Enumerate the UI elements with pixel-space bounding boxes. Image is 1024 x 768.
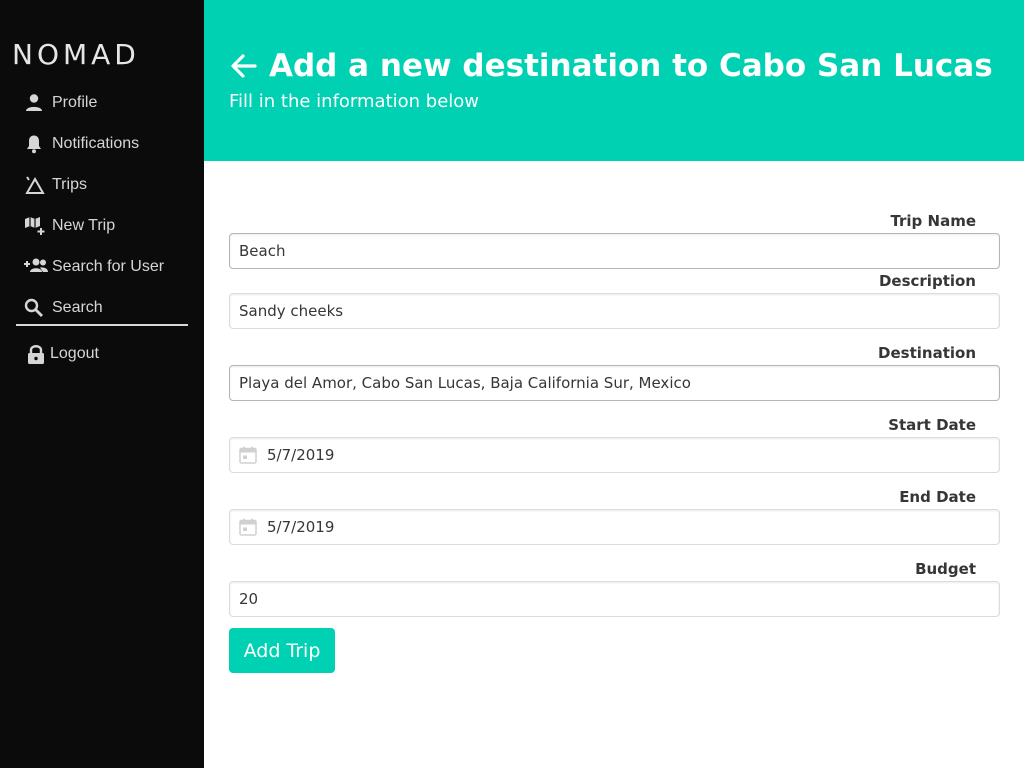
sidebar-item-label: Search [52, 298, 103, 316]
start-date-label: Start Date [888, 416, 976, 434]
header-title-row: Add a new destination to Cabo San Lucas [229, 48, 993, 84]
end-date-input[interactable]: 5/7/2019 [229, 509, 1000, 545]
app-root: NOMAD Profile Notifications Trips New Tr… [0, 0, 1024, 768]
destination-value: Playa del Amor, Cabo San Lucas, Baja Cal… [239, 374, 691, 392]
user-plus-icon [24, 256, 48, 278]
sidebar-item-trips[interactable]: Trips [0, 164, 204, 205]
add-trip-button[interactable]: Add Trip [229, 628, 335, 673]
start-date-value: 5/7/2019 [267, 446, 335, 464]
brand-logo[interactable]: NOMAD [12, 38, 140, 71]
sidebar-item-label: Search for User [52, 257, 165, 275]
budget-input[interactable]: 20 [229, 581, 1000, 617]
bell-icon [24, 133, 48, 155]
budget-label: Budget [915, 560, 976, 578]
calendar-icon [239, 517, 259, 537]
budget-value: 20 [239, 590, 259, 608]
person-icon [24, 92, 48, 114]
page-title: Add a new destination to Cabo San Lucas [269, 48, 993, 84]
sidebar-divider [16, 324, 188, 326]
lock-icon [26, 343, 50, 365]
sidebar-nav: Profile Notifications Trips New Trip Sea… [0, 82, 204, 328]
sidebar-logout-section: Logout [0, 333, 204, 374]
sidebar-item-search[interactable]: Search [0, 287, 204, 328]
description-input[interactable]: Sandy cheeks [229, 293, 1000, 329]
trip-name-label: Trip Name [890, 212, 976, 230]
sidebar-item-label: Profile [52, 93, 98, 111]
sidebar-item-notifications[interactable]: Notifications [0, 123, 204, 164]
logout-button[interactable]: Logout [0, 333, 204, 374]
back-arrow-icon[interactable] [229, 50, 261, 82]
page-header: Add a new destination to Cabo San Lucas … [204, 0, 1024, 161]
sidebar-item-label: Notifications [52, 134, 140, 152]
description-label: Description [878, 272, 976, 290]
sidebar-item-new-trip[interactable]: New Trip [0, 205, 204, 246]
end-date-label: End Date [899, 488, 976, 506]
calendar-icon [239, 445, 259, 465]
logout-label: Logout [50, 344, 99, 362]
map-plus-icon [24, 215, 48, 237]
search-icon [24, 297, 48, 319]
sidebar: NOMAD Profile Notifications Trips New Tr… [0, 0, 204, 768]
main-content: Add a new destination to Cabo San Lucas … [204, 0, 1024, 768]
trips-icon [24, 174, 48, 196]
sidebar-item-profile[interactable]: Profile [0, 82, 204, 123]
trip-name-input[interactable]: Beach [229, 233, 1000, 269]
sidebar-item-search-for-user[interactable]: Search for User [0, 246, 204, 287]
sidebar-item-label: New Trip [52, 216, 116, 234]
destination-input[interactable]: Playa del Amor, Cabo San Lucas, Baja Cal… [229, 365, 1000, 401]
destination-label: Destination [878, 344, 976, 362]
end-date-value: 5/7/2019 [267, 518, 335, 536]
description-value: Sandy cheeks [239, 302, 344, 320]
trip-name-value: Beach [239, 242, 286, 260]
sidebar-item-label: Trips [52, 175, 87, 193]
start-date-input[interactable]: 5/7/2019 [229, 437, 1000, 473]
page-subtitle: Fill in the information below [229, 91, 480, 112]
